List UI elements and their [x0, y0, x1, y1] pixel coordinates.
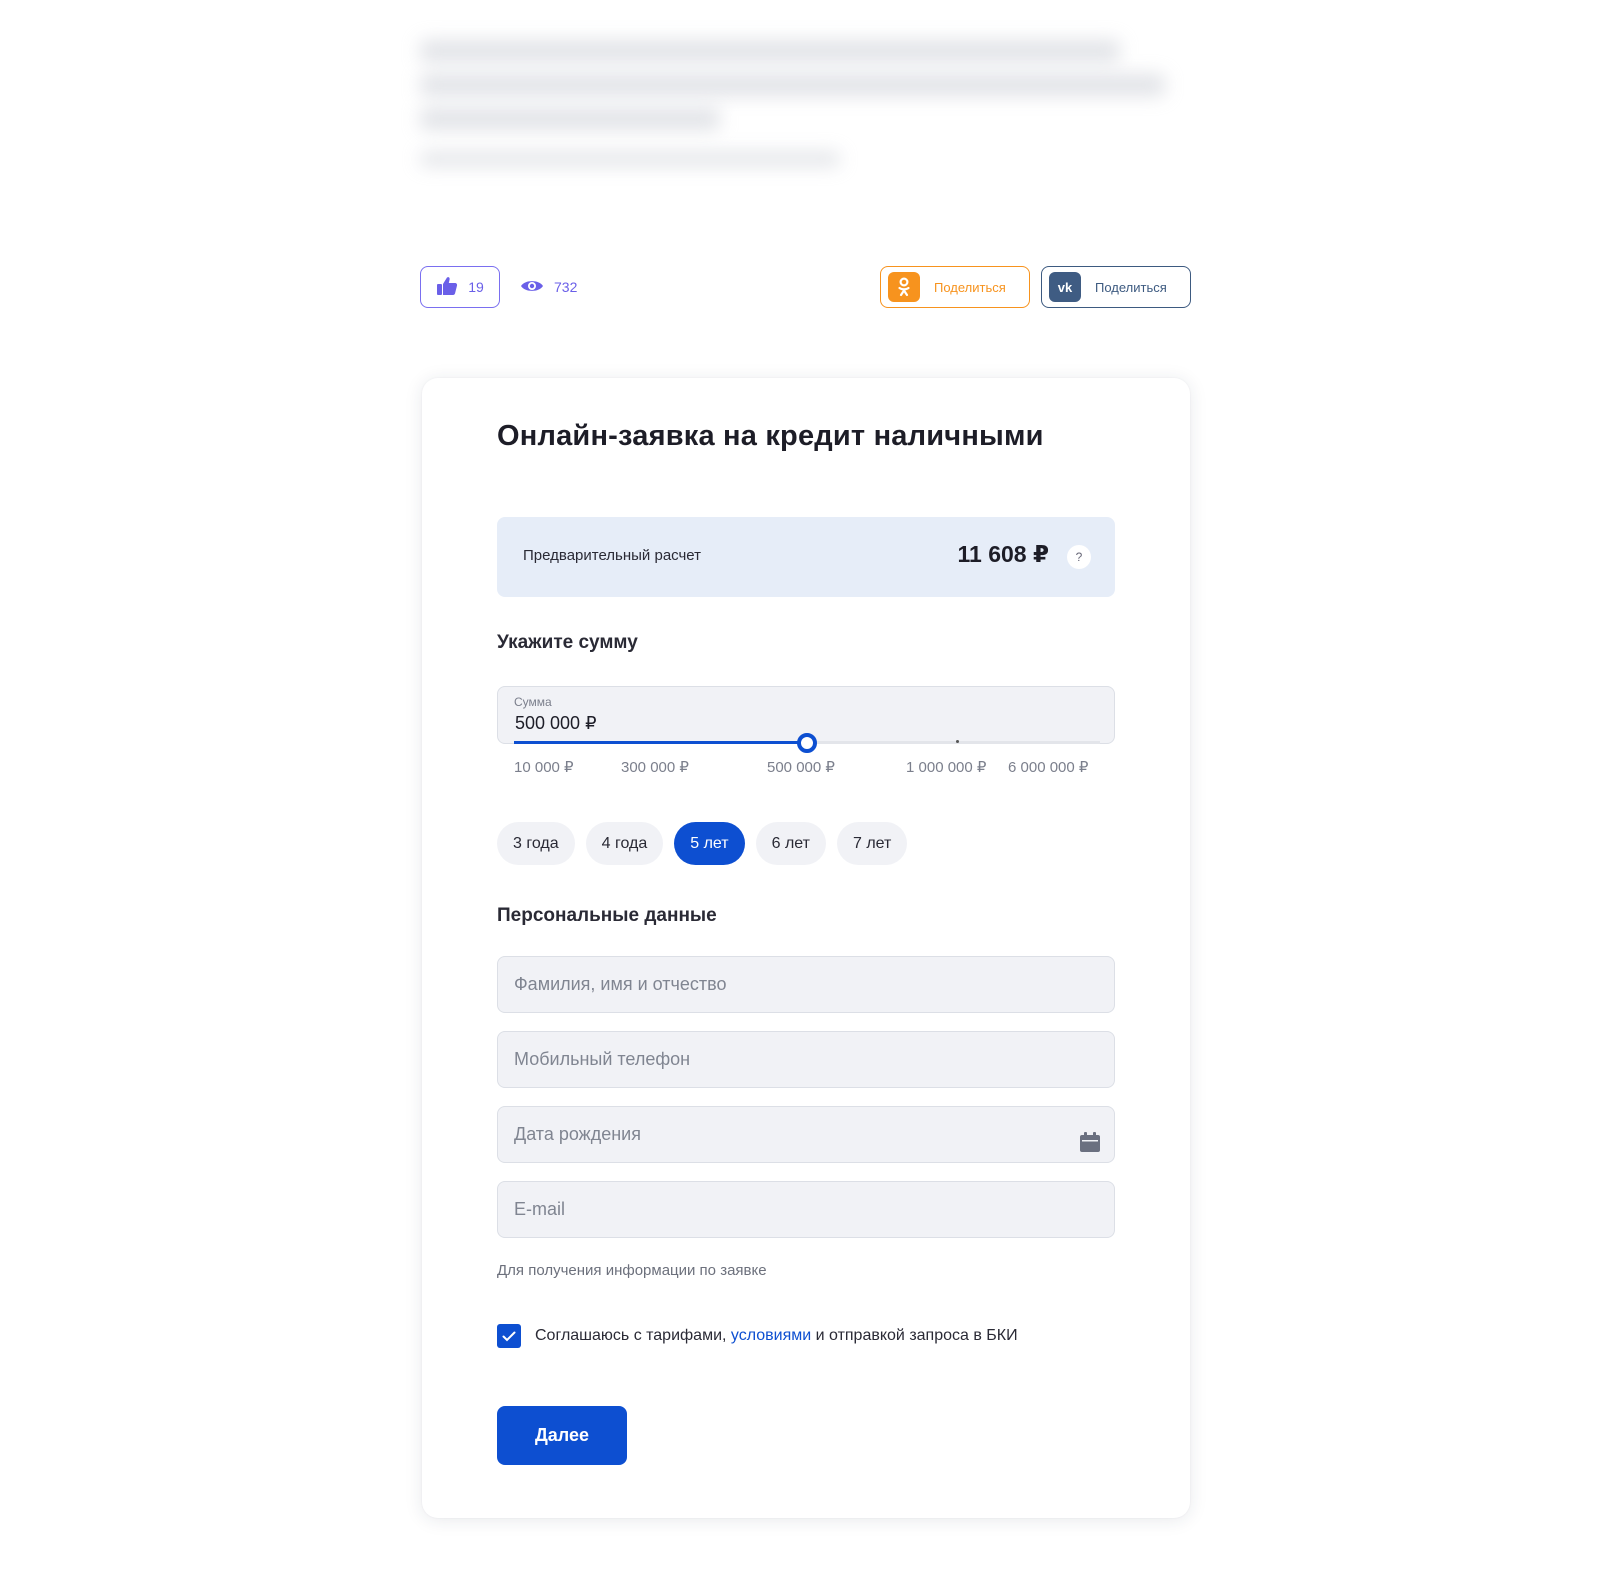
birth-date-field[interactable] — [497, 1106, 1115, 1163]
tick-label: 300 000 ₽ — [621, 759, 689, 776]
term-chip-7[interactable]: 7 лет — [836, 822, 908, 865]
amount-heading: Укажите сумму — [497, 632, 638, 653]
amount-slider-fill — [514, 741, 807, 744]
like-button[interactable]: 19 — [420, 266, 500, 308]
agreement-row: Соглашаюсь с тарифами, условиями и отпра… — [497, 1324, 1018, 1348]
calendar-icon[interactable] — [1079, 1131, 1101, 1158]
phone-field[interactable] — [497, 1031, 1115, 1088]
tick-label: 10 000 ₽ — [514, 759, 574, 776]
email-field[interactable] — [497, 1181, 1115, 1238]
views-count: 732 — [554, 279, 578, 295]
eye-icon — [520, 278, 544, 297]
tick-label: 6 000 000 ₽ — [1008, 759, 1089, 776]
tick-label: 500 000 ₽ — [767, 759, 835, 776]
thumbs-up-icon — [436, 276, 458, 299]
amount-value: 500 000 ₽ — [515, 713, 597, 733]
odnoklassniki-icon — [888, 272, 920, 302]
estimate-label: Предварительный расчет — [523, 547, 702, 564]
share-ok-button[interactable]: Поделиться — [880, 266, 1030, 308]
blurred-article-text — [420, 40, 1180, 178]
agreement-checkbox[interactable] — [497, 1324, 521, 1348]
slider-tick-mark — [956, 740, 959, 743]
share-vk-label: Поделиться — [1095, 279, 1167, 295]
full-name-field[interactable] — [497, 956, 1115, 1013]
tick-label: 1 000 000 ₽ — [906, 759, 987, 776]
page-title: Онлайн-заявка на кредит наличными — [497, 420, 1044, 452]
amount-caption: Сумма — [514, 695, 552, 709]
share-ok-label: Поделиться — [934, 279, 1006, 295]
term-chip-4[interactable]: 4 года — [585, 822, 664, 865]
conditions-link[interactable]: условиями — [731, 1327, 811, 1344]
term-chip-6[interactable]: 6 лет — [755, 822, 826, 865]
help-icon[interactable]: ? — [1067, 545, 1091, 569]
vk-icon: vk — [1049, 272, 1081, 302]
share-vk-button[interactable]: vk Поделиться — [1041, 266, 1191, 308]
article-stats-row: 19 732 Поделиться vk Поделиться — [420, 266, 1191, 310]
amount-slider-handle[interactable] — [797, 733, 817, 753]
term-chip-5[interactable]: 5 лет — [674, 822, 745, 865]
email-hint: Для получения информации по заявке — [497, 1262, 767, 1279]
estimate-value: 11 608 ₽ — [957, 541, 1049, 567]
views-counter: 732 — [520, 266, 577, 308]
estimate-panel: Предварительный расчет 11 608 ₽ ? — [497, 517, 1115, 597]
personal-heading: Персональные данные — [497, 905, 717, 926]
next-button[interactable]: Далее — [497, 1406, 627, 1465]
like-count: 19 — [468, 279, 484, 295]
term-selector: 3 года 4 года 5 лет 6 лет 7 лет — [497, 822, 908, 865]
checkmark-icon — [502, 1331, 516, 1341]
credit-application-card: Онлайн-заявка на кредит наличными Предва… — [422, 378, 1190, 1518]
term-chip-3[interactable]: 3 года — [497, 822, 575, 865]
agreement-text: Соглашаюсь с тарифами, условиями и отпра… — [535, 1327, 1018, 1344]
